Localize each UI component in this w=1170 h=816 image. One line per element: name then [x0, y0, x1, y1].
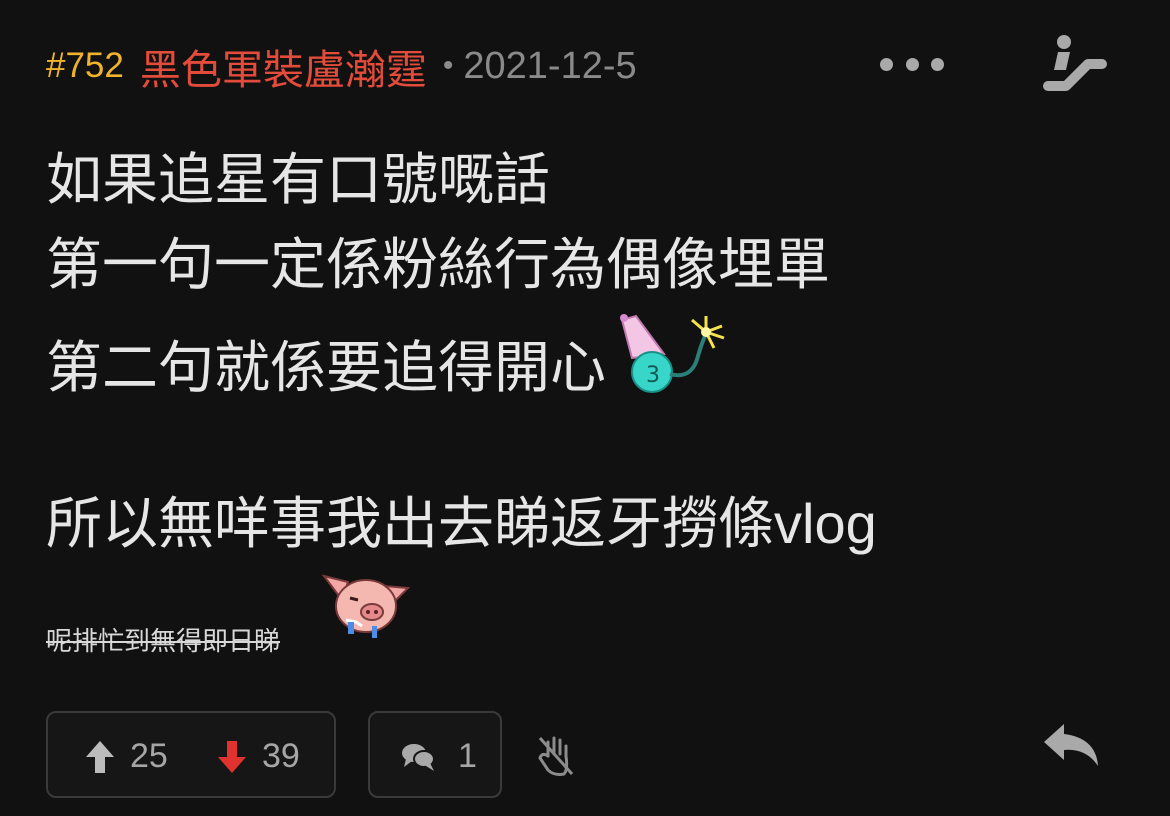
separator-dot: • — [442, 49, 454, 82]
content-line-4: 所以無咩事我出去睇返牙撈條vlog — [46, 492, 877, 555]
content-line-1: 如果追星有口號嘅話 — [46, 148, 550, 211]
comment-button[interactable]: 1 — [368, 711, 502, 798]
post-number[interactable]: #752 — [46, 46, 124, 86]
reply-icon[interactable] — [1040, 720, 1102, 770]
party-bomb-emoji: 3 — [620, 314, 725, 393]
comment-icon — [402, 743, 435, 771]
post-header: #752 黑色軍裝盧瀚霆 • 2021-12-5 — [46, 38, 637, 94]
hand-icon[interactable] — [536, 734, 576, 778]
more-icon[interactable] — [880, 50, 944, 78]
strikethrough-line: 呢排忙到無得即日睇 — [46, 626, 281, 656]
downvote-button[interactable]: 39 — [216, 737, 300, 776]
comment-count: 1 — [458, 737, 477, 775]
upvote-arrow-icon — [86, 740, 114, 773]
drooling-pig-emoji — [322, 574, 410, 638]
downvote-arrow-icon — [218, 740, 246, 773]
post-date: 2021-12-5 — [463, 44, 637, 87]
upvote-count: 25 — [130, 737, 168, 775]
vote-box: 25 39 — [46, 711, 336, 798]
content-line-3: 第二句就係要追得開心 — [46, 336, 606, 399]
downvote-count: 39 — [262, 737, 300, 775]
content-line-2: 第一句一定係粉絲行為偶像埋單 — [46, 233, 830, 296]
svg-text:3: 3 — [646, 363, 660, 388]
username[interactable]: 黑色軍裝盧瀚霆 — [140, 36, 427, 96]
escalator-icon[interactable] — [1040, 34, 1108, 92]
post: #752 黑色軍裝盧瀚霆 • 2021-12-5 如果追星有口號嘅話 第一句一定… — [0, 0, 1170, 816]
upvote-button[interactable]: 25 — [84, 737, 168, 776]
